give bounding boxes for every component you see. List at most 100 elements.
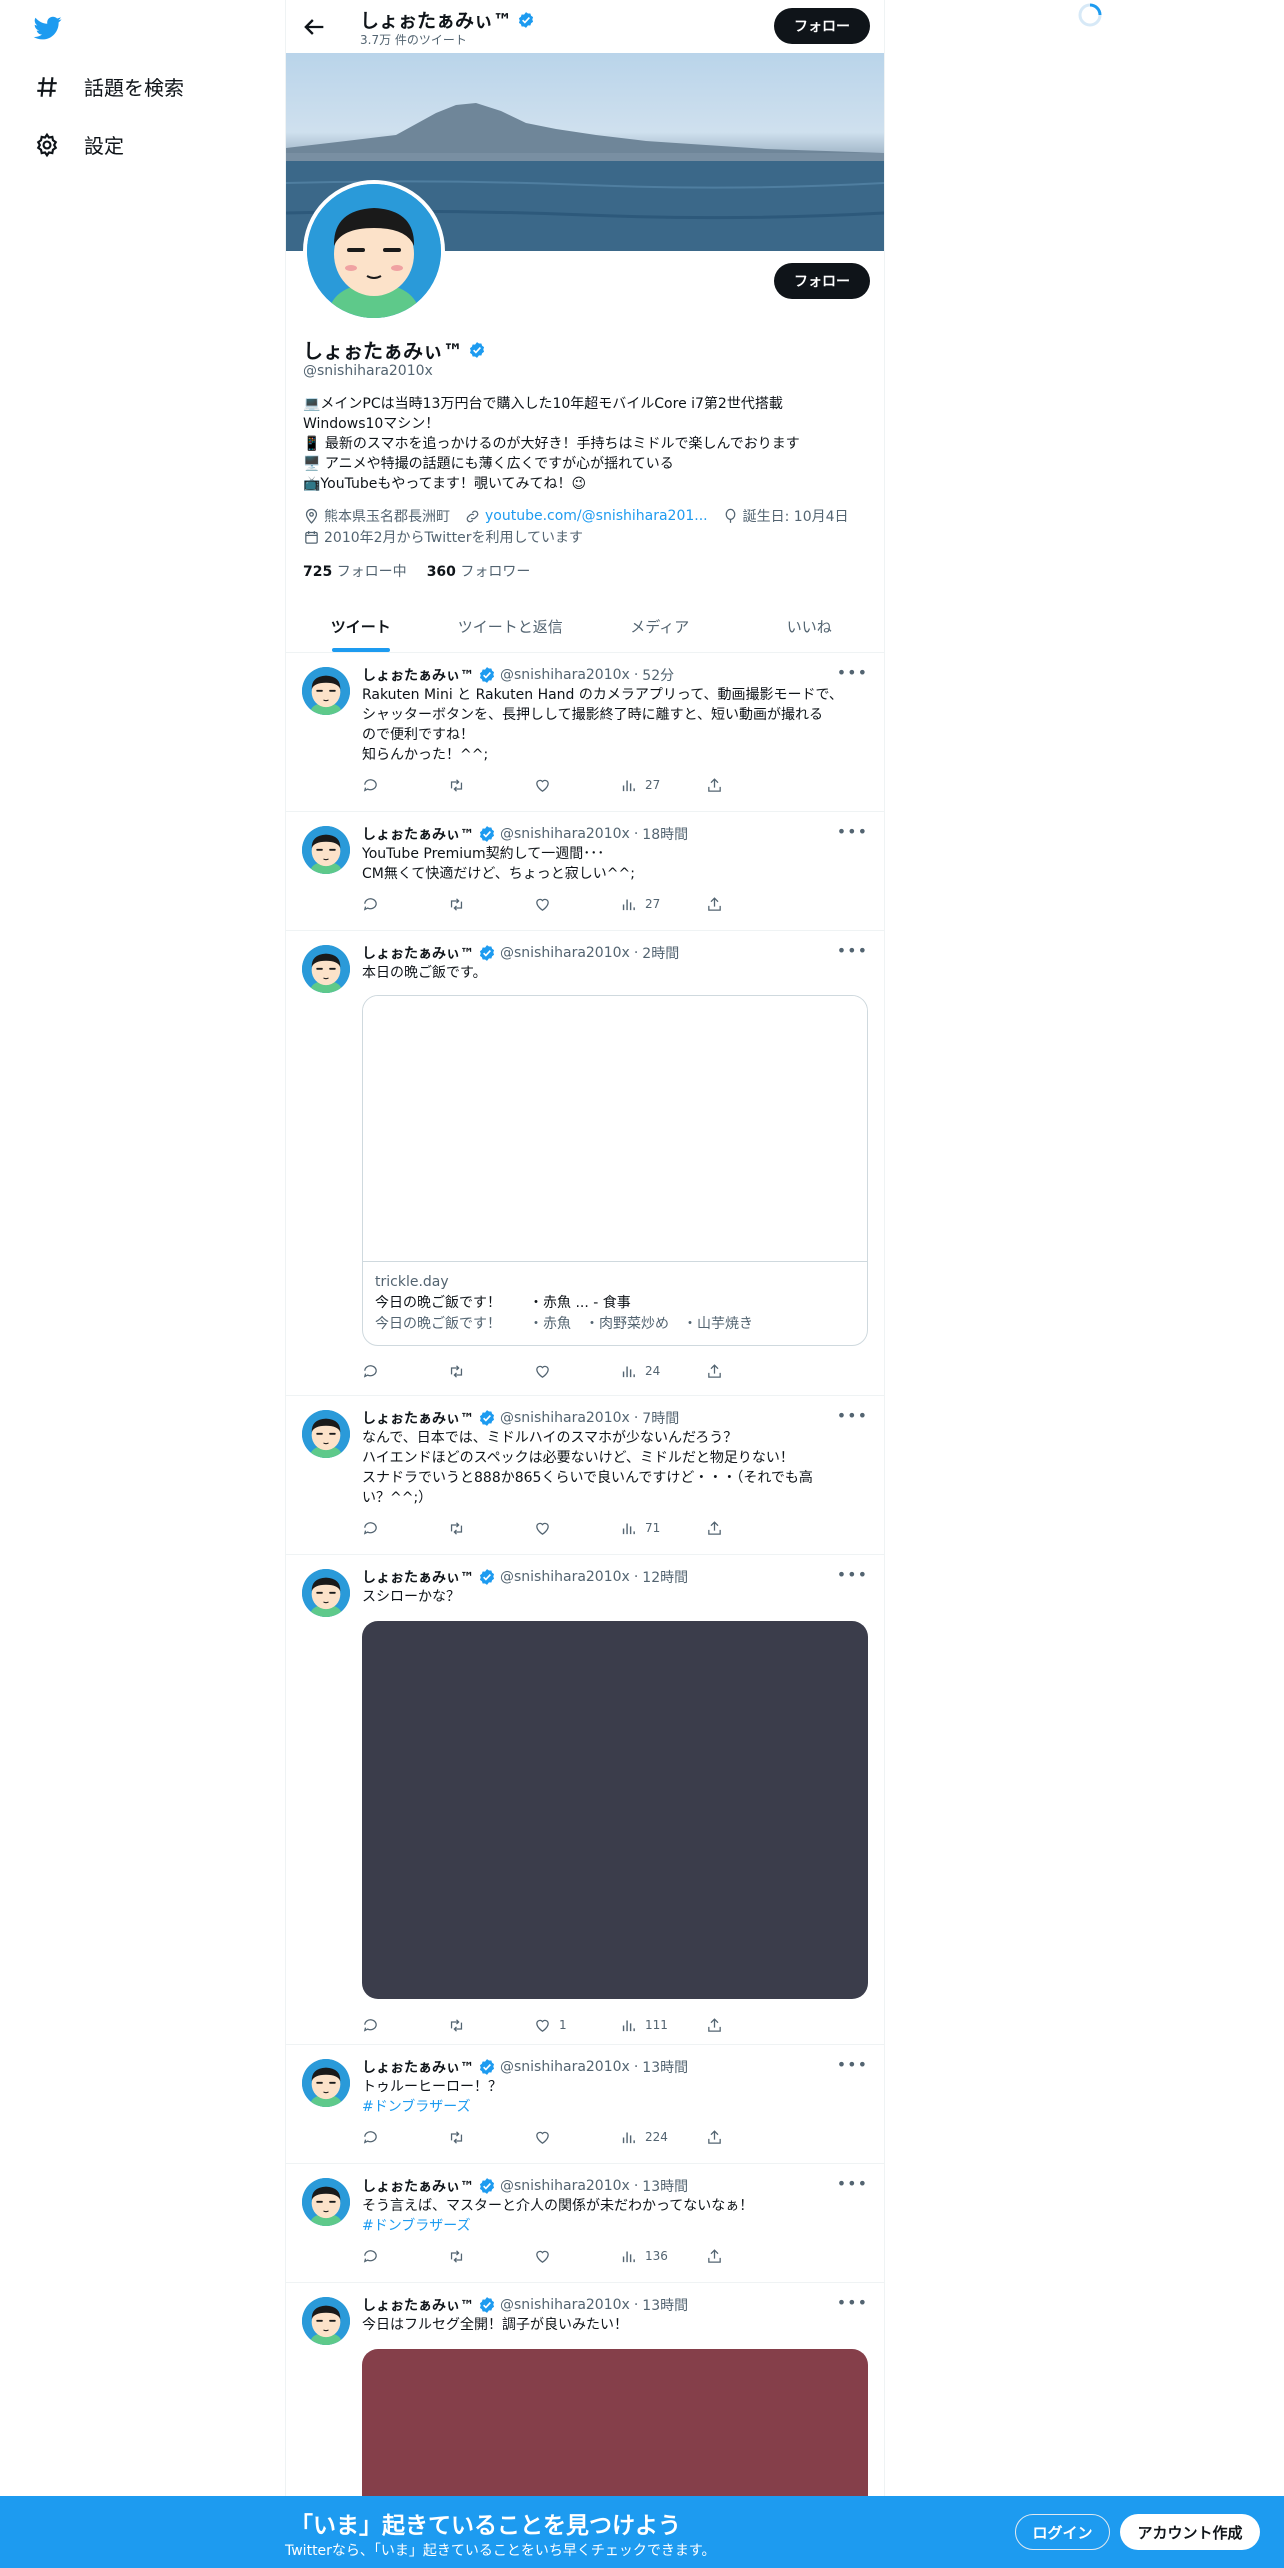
retweet-button[interactable] xyxy=(448,775,534,795)
tweet-author-name[interactable]: しょぉたぁみぃ™ xyxy=(362,943,474,963)
more-options-icon[interactable]: ••• xyxy=(837,2055,868,2074)
views-button[interactable]: 224 xyxy=(620,2127,706,2147)
views-button[interactable]: 136 xyxy=(620,2246,706,2266)
share-button[interactable] xyxy=(706,2246,792,2266)
reply-button[interactable] xyxy=(362,1361,448,1381)
tweet-avatar[interactable] xyxy=(302,2178,350,2226)
tweet-author-name[interactable]: しょぉたぁみぃ™ xyxy=(362,2295,474,2315)
tweet-author-handle[interactable]: @snishihara2010x xyxy=(500,1569,630,1585)
reply-button[interactable] xyxy=(362,2246,448,2266)
signup-button[interactable]: アカウント作成 xyxy=(1120,2514,1260,2550)
nav-settings[interactable]: 設定 xyxy=(34,130,124,159)
tweet[interactable]: しょぉたぁみぃ™ @snishihara2010x · 13時間 ••• そう言… xyxy=(286,2164,884,2283)
like-button[interactable] xyxy=(534,2246,620,2266)
more-options-icon[interactable]: ••• xyxy=(837,941,868,960)
followers-stat[interactable]: 360 フォロワー xyxy=(427,561,531,581)
views-button[interactable]: 27 xyxy=(620,894,706,914)
tweet[interactable]: しょぉたぁみぃ™ @snishihara2010x · 52分 ••• Raku… xyxy=(286,653,884,812)
tab-tweets-and-replies[interactable]: ツイートと返信 xyxy=(436,600,586,652)
like-button[interactable] xyxy=(534,894,620,914)
more-options-icon[interactable]: ••• xyxy=(837,2174,868,2193)
share-button[interactable] xyxy=(706,2015,792,2035)
tweet-hashtag-link[interactable]: #ドンブラザーズ xyxy=(362,2097,872,2117)
retweet-button[interactable] xyxy=(448,2246,534,2266)
views-button[interactable]: 111 xyxy=(620,2015,706,2035)
back-arrow-icon[interactable] xyxy=(300,13,328,41)
tab-media[interactable]: メディア xyxy=(585,600,735,652)
tweet[interactable]: しょぉたぁみぃ™ @snishihara2010x · 7時間 ••• なんで、… xyxy=(286,1396,884,1555)
share-button[interactable] xyxy=(706,775,792,795)
tweet-avatar[interactable] xyxy=(302,2297,350,2345)
tweet-avatar[interactable] xyxy=(302,1569,350,1617)
tweet-timestamp[interactable]: 12時間 xyxy=(642,1567,688,1587)
tweet-author-handle[interactable]: @snishihara2010x xyxy=(500,826,630,842)
tweet-author-name[interactable]: しょぉたぁみぃ™ xyxy=(362,665,474,685)
reply-button[interactable] xyxy=(362,1518,448,1538)
retweet-button[interactable] xyxy=(448,1518,534,1538)
tweet-author-handle[interactable]: @snishihara2010x xyxy=(500,2178,630,2194)
tweet-hashtag-link[interactable]: #ドンブラザーズ xyxy=(362,2216,872,2236)
tweet-author-name[interactable]: しょぉたぁみぃ™ xyxy=(362,2176,474,2196)
tweet-media-image[interactable] xyxy=(362,1621,868,1999)
following-stat[interactable]: 725 フォロー中 xyxy=(303,561,407,581)
share-button[interactable] xyxy=(706,894,792,914)
tweet-author-handle[interactable]: @snishihara2010x xyxy=(500,2059,630,2075)
profile-url-link[interactable]: youtube.com/@snishihara201... xyxy=(485,508,708,524)
more-options-icon[interactable]: ••• xyxy=(837,663,868,682)
retweet-button[interactable] xyxy=(448,2127,534,2147)
tweet-timestamp[interactable]: 13時間 xyxy=(642,2057,688,2077)
profile-follow-button[interactable]: フォロー xyxy=(774,263,870,299)
tweet[interactable]: しょぉたぁみぃ™ @snishihara2010x · 18時間 ••• You… xyxy=(286,812,884,931)
tweet-author-name[interactable]: しょぉたぁみぃ™ xyxy=(362,824,474,844)
retweet-button[interactable] xyxy=(448,2015,534,2035)
share-button[interactable] xyxy=(706,1361,792,1381)
more-options-icon[interactable]: ••• xyxy=(837,2293,868,2312)
link-card[interactable]: trickle.day 今日の晩ご飯です！ ・赤魚 ... - 食事 今日の晩ご… xyxy=(362,995,868,1346)
tweet-avatar[interactable] xyxy=(302,1410,350,1458)
tweet-author-name[interactable]: しょぉたぁみぃ™ xyxy=(362,2057,474,2077)
tab-likes[interactable]: いいね xyxy=(735,600,885,652)
login-button[interactable]: ログイン xyxy=(1015,2514,1110,2550)
share-button[interactable] xyxy=(706,2127,792,2147)
tweet-timestamp[interactable]: 13時間 xyxy=(642,2295,688,2315)
tweet-timestamp[interactable]: 7時間 xyxy=(642,1408,679,1428)
like-button[interactable]: 1 xyxy=(534,2015,620,2035)
tweet-author-handle[interactable]: @snishihara2010x xyxy=(500,2297,630,2313)
tweet-author-handle[interactable]: @snishihara2010x xyxy=(500,667,630,683)
tweet[interactable]: しょぉたぁみぃ™ @snishihara2010x · 2時間 ••• 本日の晩… xyxy=(286,931,884,1396)
like-button[interactable] xyxy=(534,1518,620,1538)
views-button[interactable]: 71 xyxy=(620,1518,706,1538)
more-options-icon[interactable]: ••• xyxy=(837,1565,868,1584)
tweet[interactable]: しょぉたぁみぃ™ @snishihara2010x · 13時間 ••• トゥル… xyxy=(286,2045,884,2164)
tweet-avatar[interactable] xyxy=(302,667,350,715)
nav-explore[interactable]: 話題を検索 xyxy=(34,72,184,101)
tweet-author-handle[interactable]: @snishihara2010x xyxy=(500,945,630,961)
tweet-author-name[interactable]: しょぉたぁみぃ™ xyxy=(362,1567,474,1587)
header-follow-button[interactable]: フォロー xyxy=(774,8,870,44)
reply-button[interactable] xyxy=(362,775,448,795)
views-button[interactable]: 27 xyxy=(620,775,706,795)
twitter-bird-icon[interactable] xyxy=(32,14,64,42)
tweet-author-name[interactable]: しょぉたぁみぃ™ xyxy=(362,1408,474,1428)
like-button[interactable] xyxy=(534,775,620,795)
profile-avatar[interactable] xyxy=(303,180,445,322)
like-button[interactable] xyxy=(534,1361,620,1381)
more-options-icon[interactable]: ••• xyxy=(837,822,868,841)
retweet-button[interactable] xyxy=(448,1361,534,1381)
tweet-avatar[interactable] xyxy=(302,2059,350,2107)
views-button[interactable]: 24 xyxy=(620,1361,706,1381)
tweet-timestamp[interactable]: 52分 xyxy=(642,665,674,685)
tweet-avatar[interactable] xyxy=(302,945,350,993)
retweet-button[interactable] xyxy=(448,894,534,914)
tweet-timestamp[interactable]: 13時間 xyxy=(642,2176,688,2196)
tweet-author-handle[interactable]: @snishihara2010x xyxy=(500,1410,630,1426)
reply-button[interactable] xyxy=(362,2127,448,2147)
share-button[interactable] xyxy=(706,1518,792,1538)
like-button[interactable] xyxy=(534,2127,620,2147)
tweet-timestamp[interactable]: 2時間 xyxy=(642,943,679,963)
tab-tweets[interactable]: ツイート xyxy=(286,600,436,652)
reply-button[interactable] xyxy=(362,894,448,914)
reply-button[interactable] xyxy=(362,2015,448,2035)
tweet[interactable]: しょぉたぁみぃ™ @snishihara2010x · 12時間 ••• スシロ… xyxy=(286,1555,884,2045)
tweet-timestamp[interactable]: 18時間 xyxy=(642,824,688,844)
